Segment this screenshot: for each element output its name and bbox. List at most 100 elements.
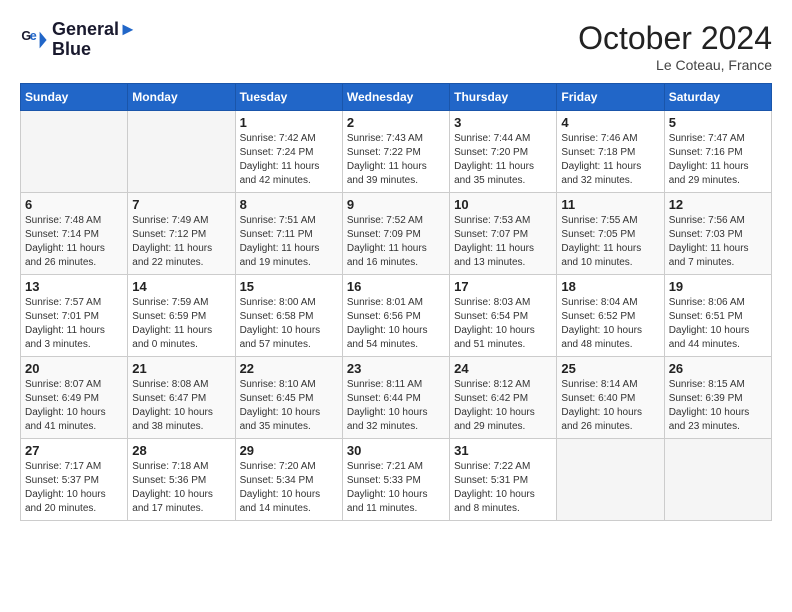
day-number: 30	[347, 443, 445, 458]
calendar-week-row: 13Sunrise: 7:57 AMSunset: 7:01 PMDayligh…	[21, 275, 772, 357]
day-info: Sunrise: 7:52 AMSunset: 7:09 PMDaylight:…	[347, 214, 445, 270]
calendar-cell: 4 Sunrise: 7:46 AMSunset: 7:18 PMDaylight…	[557, 111, 664, 193]
day-number: 29	[240, 443, 338, 458]
day-number: 3	[454, 115, 552, 130]
day-info: Sunrise: 8:11 AMSunset: 6:44 PMDaylight:…	[347, 378, 445, 434]
calendar-cell: 31Sunrise: 7:22 AMSunset: 5:31 PMDayligh…	[450, 439, 557, 521]
day-number: 12	[669, 197, 767, 212]
day-info: Sunrise: 7:46 AMSunset: 7:18 PMDaylight:…	[561, 132, 659, 188]
calendar-cell	[21, 111, 128, 193]
day-info: Sunrise: 7:17 AMSunset: 5:37 PMDaylight:…	[25, 460, 123, 516]
calendar-cell: 26 Sunrise: 8:15 AMSunset: 6:39 PMDayligh…	[664, 357, 771, 439]
calendar-cell: 18 Sunrise: 8:04 AMSunset: 6:52 PMDayligh…	[557, 275, 664, 357]
day-number: 6	[25, 197, 123, 212]
day-info: Sunrise: 8:12 AMSunset: 6:42 PMDaylight:…	[454, 378, 552, 434]
month-title: October 2024	[578, 20, 772, 57]
day-info: Sunrise: 7:44 AMSunset: 7:20 PMDaylight:…	[454, 132, 552, 188]
calendar-cell: 12 Sunrise: 7:56 AMSunset: 7:03 PMDayligh…	[664, 193, 771, 275]
weekday-header: Monday	[128, 84, 235, 111]
svg-text:e: e	[30, 29, 37, 43]
day-info: Sunrise: 7:49 AMSunset: 7:12 PMDaylight:…	[132, 214, 230, 270]
calendar-cell: 22Sunrise: 8:10 AMSunset: 6:45 PMDayligh…	[235, 357, 342, 439]
page-header: G e General► Blue October 2024 Le Coteau…	[20, 20, 772, 73]
calendar-cell	[557, 439, 664, 521]
weekday-header-row: SundayMondayTuesdayWednesdayThursdayFrid…	[21, 84, 772, 111]
day-info: Sunrise: 7:56 AMSunset: 7:03 PMDaylight:…	[669, 214, 767, 270]
day-number: 11	[561, 197, 659, 212]
day-number: 4	[561, 115, 659, 130]
day-number: 9	[347, 197, 445, 212]
calendar-cell: 21Sunrise: 8:08 AMSunset: 6:47 PMDayligh…	[128, 357, 235, 439]
day-info: Sunrise: 7:55 AMSunset: 7:05 PMDaylight:…	[561, 214, 659, 270]
day-info: Sunrise: 8:06 AMSunset: 6:51 PMDaylight:…	[669, 296, 767, 352]
logo-line1: General►	[52, 20, 137, 40]
title-block: October 2024 Le Coteau, France	[578, 20, 772, 73]
calendar-cell: 2 Sunrise: 7:43 AMSunset: 7:22 PMDaylight…	[342, 111, 449, 193]
day-info: Sunrise: 8:04 AMSunset: 6:52 PMDaylight:…	[561, 296, 659, 352]
day-info: Sunrise: 7:20 AMSunset: 5:34 PMDaylight:…	[240, 460, 338, 516]
calendar-cell: 6 Sunrise: 7:48 AMSunset: 7:14 PMDaylight…	[21, 193, 128, 275]
location: Le Coteau, France	[578, 57, 772, 73]
logo-line2: Blue	[52, 40, 137, 60]
day-number: 15	[240, 279, 338, 294]
calendar-cell: 14 Sunrise: 7:59 AMSunset: 6:59 PMDayligh…	[128, 275, 235, 357]
calendar-cell: 15 Sunrise: 8:00 AMSunset: 6:58 PMDayligh…	[235, 275, 342, 357]
day-number: 27	[25, 443, 123, 458]
day-info: Sunrise: 7:59 AMSunset: 6:59 PMDaylight:…	[132, 296, 230, 352]
day-number: 16	[347, 279, 445, 294]
day-info: Sunrise: 7:42 AMSunset: 7:24 PMDaylight:…	[240, 132, 338, 188]
calendar-cell: 17 Sunrise: 8:03 AMSunset: 6:54 PMDayligh…	[450, 275, 557, 357]
calendar-week-row: 1Sunrise: 7:42 AMSunset: 7:24 PMDaylight…	[21, 111, 772, 193]
day-number: 2	[347, 115, 445, 130]
day-info: Sunrise: 7:47 AMSunset: 7:16 PMDaylight:…	[669, 132, 767, 188]
calendar-week-row: 6 Sunrise: 7:48 AMSunset: 7:14 PMDaylight…	[21, 193, 772, 275]
calendar-cell: 20 Sunrise: 8:07 AMSunset: 6:49 PMDayligh…	[21, 357, 128, 439]
calendar-cell: 11 Sunrise: 7:55 AMSunset: 7:05 PMDayligh…	[557, 193, 664, 275]
weekday-header: Saturday	[664, 84, 771, 111]
day-info: Sunrise: 7:57 AMSunset: 7:01 PMDaylight:…	[25, 296, 123, 352]
calendar-cell	[664, 439, 771, 521]
day-number: 7	[132, 197, 230, 212]
day-number: 14	[132, 279, 230, 294]
day-info: Sunrise: 8:00 AMSunset: 6:58 PMDaylight:…	[240, 296, 338, 352]
day-number: 28	[132, 443, 230, 458]
day-number: 20	[25, 361, 123, 376]
day-number: 17	[454, 279, 552, 294]
calendar-cell: 5Sunrise: 7:47 AMSunset: 7:16 PMDaylight…	[664, 111, 771, 193]
day-number: 23	[347, 361, 445, 376]
calendar-cell: 27 Sunrise: 7:17 AMSunset: 5:37 PMDayligh…	[21, 439, 128, 521]
day-info: Sunrise: 7:43 AMSunset: 7:22 PMDaylight:…	[347, 132, 445, 188]
day-number: 18	[561, 279, 659, 294]
day-number: 26	[669, 361, 767, 376]
day-number: 22	[240, 361, 338, 376]
calendar-cell: 7 Sunrise: 7:49 AMSunset: 7:12 PMDaylight…	[128, 193, 235, 275]
calendar-cell: 9 Sunrise: 7:52 AMSunset: 7:09 PMDaylight…	[342, 193, 449, 275]
calendar-cell: 24 Sunrise: 8:12 AMSunset: 6:42 PMDayligh…	[450, 357, 557, 439]
calendar-cell: 30Sunrise: 7:21 AMSunset: 5:33 PMDayligh…	[342, 439, 449, 521]
day-info: Sunrise: 8:15 AMSunset: 6:39 PMDaylight:…	[669, 378, 767, 434]
day-info: Sunrise: 8:03 AMSunset: 6:54 PMDaylight:…	[454, 296, 552, 352]
calendar-week-row: 20 Sunrise: 8:07 AMSunset: 6:49 PMDayligh…	[21, 357, 772, 439]
calendar-cell: 10Sunrise: 7:53 AMSunset: 7:07 PMDayligh…	[450, 193, 557, 275]
calendar-cell: 3 Sunrise: 7:44 AMSunset: 7:20 PMDaylight…	[450, 111, 557, 193]
logo-icon: G e	[20, 26, 48, 54]
calendar-cell: 1Sunrise: 7:42 AMSunset: 7:24 PMDaylight…	[235, 111, 342, 193]
day-info: Sunrise: 8:08 AMSunset: 6:47 PMDaylight:…	[132, 378, 230, 434]
calendar-cell: 16 Sunrise: 8:01 AMSunset: 6:56 PMDayligh…	[342, 275, 449, 357]
day-info: Sunrise: 7:53 AMSunset: 7:07 PMDaylight:…	[454, 214, 552, 270]
logo: G e General► Blue	[20, 20, 137, 60]
calendar-cell: 29 Sunrise: 7:20 AMSunset: 5:34 PMDayligh…	[235, 439, 342, 521]
day-number: 31	[454, 443, 552, 458]
calendar-week-row: 27 Sunrise: 7:17 AMSunset: 5:37 PMDayligh…	[21, 439, 772, 521]
day-number: 24	[454, 361, 552, 376]
day-info: Sunrise: 8:01 AMSunset: 6:56 PMDaylight:…	[347, 296, 445, 352]
weekday-header: Sunday	[21, 84, 128, 111]
day-info: Sunrise: 7:48 AMSunset: 7:14 PMDaylight:…	[25, 214, 123, 270]
day-info: Sunrise: 8:07 AMSunset: 6:49 PMDaylight:…	[25, 378, 123, 434]
calendar-cell: 8Sunrise: 7:51 AMSunset: 7:11 PMDaylight…	[235, 193, 342, 275]
day-info: Sunrise: 7:18 AMSunset: 5:36 PMDaylight:…	[132, 460, 230, 516]
calendar-cell: 25Sunrise: 8:14 AMSunset: 6:40 PMDayligh…	[557, 357, 664, 439]
calendar-cell: 23 Sunrise: 8:11 AMSunset: 6:44 PMDayligh…	[342, 357, 449, 439]
day-info: Sunrise: 7:51 AMSunset: 7:11 PMDaylight:…	[240, 214, 338, 270]
weekday-header: Thursday	[450, 84, 557, 111]
